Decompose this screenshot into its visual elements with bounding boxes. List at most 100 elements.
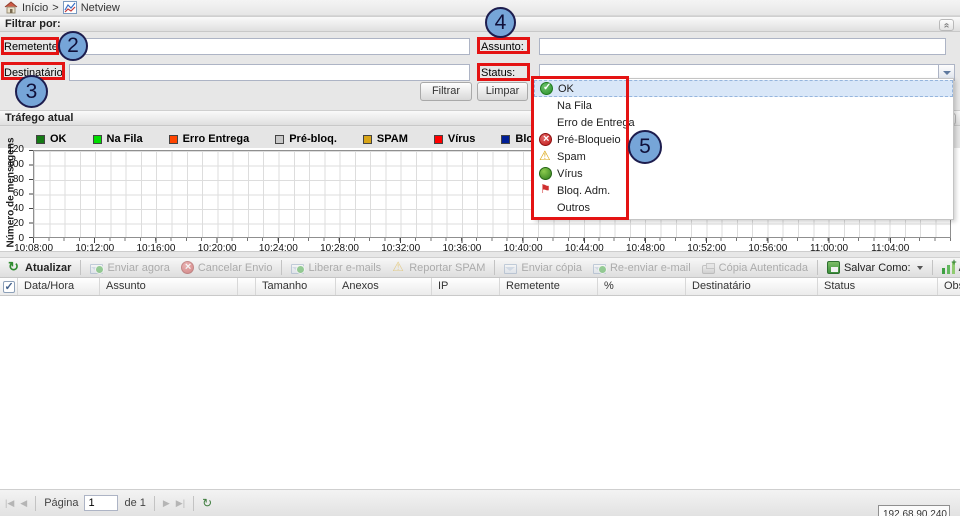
x-tick-label: 11:04:00 (860, 243, 921, 254)
legend-item: Na Fila (93, 133, 143, 145)
y-tick-label: 80 (13, 174, 24, 185)
next-page-icon[interactable]: ▶ (163, 496, 170, 510)
adicionar-a-button[interactable]: Adicionar à: (938, 260, 960, 275)
status-option-icon (539, 133, 552, 146)
legend-label: Na Fila (107, 133, 143, 145)
filtrar-button[interactable]: Filtrar (420, 82, 472, 101)
x-tick-label: 10:56:00 (737, 243, 798, 254)
filter-panel-header: Filtrar por: (0, 16, 960, 32)
legend-label: SPAM (377, 133, 408, 145)
status-option[interactable]: Erro de Entrega (534, 114, 953, 131)
assunto-input[interactable] (539, 38, 946, 55)
legend-item: Vírus (434, 133, 476, 145)
column-header[interactable]: % (598, 278, 686, 295)
status-option-label: Erro de Entrega (557, 117, 635, 129)
chevron-down-icon (917, 266, 923, 270)
legend-item: SPAM (363, 133, 408, 145)
status-option[interactable]: Bloq. Adm. (534, 182, 953, 199)
select-all-cell (0, 278, 18, 295)
x-tick-label: 10:08:00 (3, 243, 64, 254)
collapse-panel-button[interactable] (939, 19, 954, 31)
grid-body[interactable] (0, 296, 960, 489)
status-option-label: Spam (557, 151, 586, 163)
enviar-copia-button[interactable]: Enviar cópia (500, 261, 586, 275)
status-bar: |◀ ◀ Página de 1 ▶ ▶| ↻ Não há dados par… (0, 489, 960, 516)
legend-swatch (434, 135, 443, 144)
netview-icon (63, 1, 77, 14)
column-header[interactable]: Observações (938, 278, 960, 295)
x-tick-label: 11:00:00 (798, 243, 859, 254)
legend-label: Erro Entrega (183, 133, 250, 145)
y-tick-label: 120 (7, 144, 24, 155)
destinatario-input[interactable] (69, 64, 470, 81)
y-tick-label: 100 (7, 159, 24, 170)
status-option[interactable]: Vírus (534, 165, 953, 182)
column-header[interactable]: Destinatário (686, 278, 818, 295)
x-tick-label: 10:48:00 (615, 243, 676, 254)
status-option[interactable]: Spam (534, 148, 953, 165)
x-tick-label: 10:28:00 (309, 243, 370, 254)
breadcrumb-separator: > (52, 2, 58, 14)
home-icon (4, 1, 18, 14)
first-page-icon[interactable]: |◀ (5, 496, 14, 510)
salvar-como-button[interactable]: Salvar Como: (823, 260, 927, 275)
status-option[interactable]: Outros (534, 199, 953, 216)
remetente-label: Remetente: (4, 41, 61, 53)
column-header[interactable]: IP (432, 278, 500, 295)
x-tick-label: 10:36:00 (431, 243, 492, 254)
x-tick-label: 10:12:00 (64, 243, 125, 254)
limpar-button[interactable]: Limpar (477, 82, 528, 101)
toolbar-separator (817, 260, 818, 275)
status-option[interactable]: Na Fila (534, 97, 953, 114)
cancelar-envio-button[interactable]: Cancelar Envio (177, 260, 277, 275)
status-option[interactable]: Pré-Bloqueio (534, 131, 953, 148)
x-tick-label: 10:20:00 (187, 243, 248, 254)
x-tick-label: 10:16:00 (125, 243, 186, 254)
atualizar-button[interactable]: Atualizar (4, 260, 75, 275)
status-option-label: Outros (557, 202, 590, 214)
column-header[interactable]: Remetente (500, 278, 598, 295)
copia-autenticada-button[interactable]: Cópia Autenticada (698, 261, 812, 275)
y-axis-ticks (29, 150, 33, 238)
column-header[interactable]: Assunto (100, 278, 238, 295)
status-option-icon (539, 150, 552, 163)
legend-swatch (93, 135, 102, 144)
traffic-panel-title: Tráfego atual (5, 112, 73, 124)
reenviar-email-button[interactable]: Re-enviar e-mail (589, 261, 695, 275)
x-axis-labels: 10:08:0010:12:0010:16:0010:20:0010:24:00… (3, 243, 921, 254)
pager-separator (35, 496, 36, 511)
x-tick-label: 10:44:00 (554, 243, 615, 254)
netview-app: Início > Netview Filtrar por: Remetente:… (0, 0, 960, 516)
page-number-input[interactable] (84, 495, 118, 511)
x-tick-label: 10:52:00 (676, 243, 737, 254)
status-option-icon (540, 82, 553, 95)
breadcrumb-current[interactable]: Netview (81, 2, 120, 14)
send-now-icon (90, 264, 103, 274)
breadcrumb-home[interactable]: Início (22, 2, 48, 14)
enviar-agora-button[interactable]: Enviar agora (86, 261, 173, 275)
reportar-spam-button[interactable]: Reportar SPAM (388, 260, 489, 275)
grid-toolbar: Atualizar Enviar agora Cancelar Envio Li… (0, 257, 960, 278)
legend-label: Vírus (448, 133, 476, 145)
prev-page-icon[interactable]: ◀ (20, 496, 27, 510)
annotation-circle-3: 3 (15, 75, 48, 108)
toolbar-separator (494, 260, 495, 275)
liberar-emails-button[interactable]: Liberar e-mails (287, 261, 385, 275)
status-option-icon (539, 167, 552, 180)
remetente-input[interactable] (64, 38, 470, 55)
resend-mail-icon (593, 264, 606, 274)
select-all-checkbox[interactable] (3, 281, 15, 293)
column-header[interactable]: Data/Hora (18, 278, 100, 295)
pager-refresh-icon[interactable]: ↻ (202, 496, 212, 510)
status-option-icon (539, 99, 552, 112)
column-header[interactable]: Anexos (336, 278, 432, 295)
last-page-icon[interactable]: ▶| (176, 496, 185, 510)
column-header[interactable]: Status (818, 278, 938, 295)
column-header[interactable] (238, 278, 256, 295)
legend-item: OK (36, 133, 67, 145)
legend-swatch (501, 135, 510, 144)
filter-panel-title: Filtrar por: (5, 18, 61, 30)
status-option[interactable]: OK (534, 80, 953, 97)
status-option-label: Na Fila (557, 100, 592, 112)
column-header[interactable]: Tamanho (256, 278, 336, 295)
